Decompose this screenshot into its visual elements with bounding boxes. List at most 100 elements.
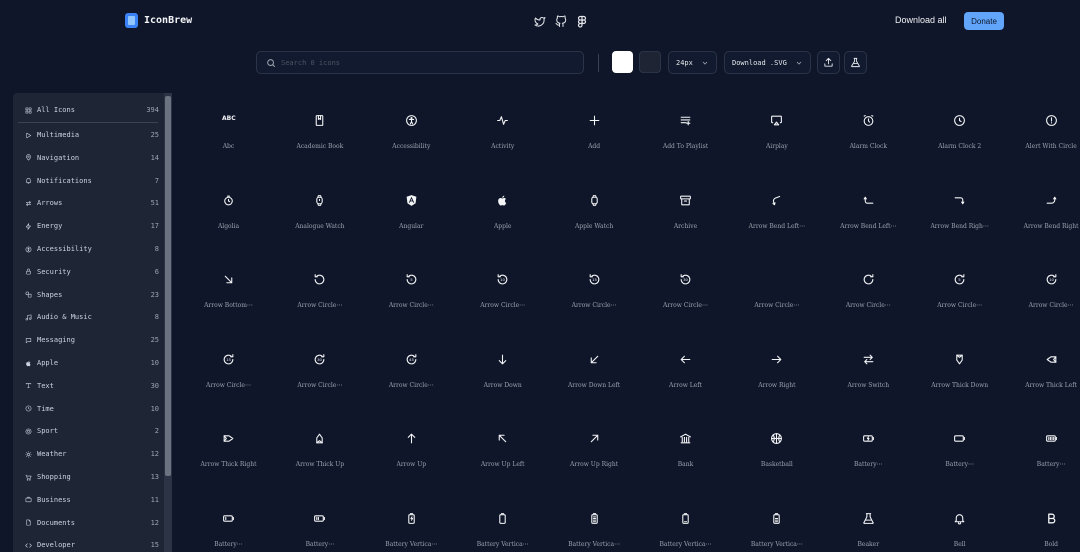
icon-card[interactable]: 5 Arrow Circle⋯ bbox=[366, 255, 457, 335]
twitter-icon[interactable] bbox=[534, 13, 546, 27]
icon-card[interactable]: Battery⋯ bbox=[1006, 414, 1080, 494]
sidebar-item-navigation[interactable]: Navigation 14 bbox=[25, 150, 161, 166]
sidebar-item-shapes[interactable]: Shapes 23 bbox=[25, 287, 161, 303]
icon-card[interactable]: Arrow Up bbox=[366, 414, 457, 494]
icon-card[interactable]: Battery⋯ bbox=[914, 414, 1005, 494]
icon-card[interactable]: Algolia bbox=[183, 176, 274, 256]
sidebar-scrollbar[interactable] bbox=[164, 93, 172, 552]
icon-card[interactable]: Alarm Clock 2 bbox=[914, 96, 1005, 176]
icon-card[interactable]: ABC Abc bbox=[183, 96, 274, 176]
icon-card[interactable]: Arrow Bend Right bbox=[1006, 176, 1080, 256]
search-input[interactable] bbox=[281, 56, 571, 70]
icon-card[interactable]: Arrow Bend Left⋯ bbox=[731, 176, 822, 256]
icon-card[interactable]: Add bbox=[549, 96, 640, 176]
icon-card[interactable]: Arrow Thick Down bbox=[914, 335, 1005, 415]
icon-card[interactable]: Battery Vertica⋯ bbox=[457, 494, 548, 552]
icon-card[interactable]: Arrow Right bbox=[731, 335, 822, 415]
icon-card[interactable]: Apple bbox=[457, 176, 548, 256]
icon-card[interactable]: Arrow Up Right bbox=[549, 414, 640, 494]
color-swatch-dark[interactable] bbox=[639, 51, 661, 73]
search-box[interactable] bbox=[256, 51, 584, 74]
icon-card[interactable]: Arrow Left bbox=[640, 335, 731, 415]
icon-card[interactable]: Battery⋯ bbox=[274, 494, 365, 552]
icon-card[interactable]: Activity bbox=[457, 96, 548, 176]
icon-card[interactable]: Battery Vertica⋯ bbox=[640, 494, 731, 552]
icon-card[interactable]: Arrow Circle⋯ bbox=[274, 255, 365, 335]
sidebar-scrollbar-thumb[interactable] bbox=[165, 96, 171, 476]
sidebar-item-documents[interactable]: Documents 12 bbox=[25, 515, 161, 531]
icon-card[interactable]: Arrow Thick Right bbox=[183, 414, 274, 494]
icon-card[interactable]: Arrow Circle⋯ bbox=[823, 255, 914, 335]
icon-card[interactable]: Archive bbox=[640, 176, 731, 256]
sidebar-item-business[interactable]: Business 11 bbox=[25, 492, 161, 508]
icon-card[interactable]: Apple Watch bbox=[549, 176, 640, 256]
icon-card[interactable]: Arrow Thick Left bbox=[1006, 335, 1080, 415]
airplay-icon bbox=[770, 112, 783, 126]
icon-card[interactable]: Arrow Switch bbox=[823, 335, 914, 415]
arrow-bend-right-up-icon bbox=[1045, 192, 1058, 205]
sidebar-item-apple[interactable]: Apple 10 bbox=[25, 355, 161, 371]
sidebar-item-messaging[interactable]: Messaging 25 bbox=[25, 332, 161, 348]
icon-card[interactable]: 5 Arrow Circle⋯ bbox=[914, 255, 1005, 335]
icon-card[interactable]: 30 Arrow Circle⋯ bbox=[274, 335, 365, 415]
icon-card[interactable]: Bold bbox=[1006, 494, 1080, 552]
icon-card[interactable]: 10 Arrow Circle⋯ bbox=[457, 255, 548, 335]
flask-button[interactable] bbox=[844, 51, 867, 74]
donate-button[interactable]: Donate bbox=[964, 12, 1004, 30]
download-all-button[interactable]: Download all bbox=[895, 15, 947, 25]
figma-icon[interactable] bbox=[576, 13, 588, 28]
sidebar-item-shopping[interactable]: Shopping 13 bbox=[25, 469, 161, 485]
sidebar-item-notifications[interactable]: Notifications 7 bbox=[25, 173, 161, 189]
icon-card[interactable]: 15 Arrow Circle⋯ bbox=[549, 255, 640, 335]
sidebar-item-audio-music[interactable]: Audio & Music 8 bbox=[25, 309, 161, 325]
upload-button[interactable] bbox=[817, 51, 840, 74]
sidebar-item-time[interactable]: Time 10 bbox=[25, 401, 161, 417]
sidebar-item-weather[interactable]: Weather 12 bbox=[25, 446, 161, 462]
icon-card[interactable]: Arrow Bottom⋯ bbox=[183, 255, 274, 335]
sidebar-item-all-icons[interactable]: All Icons 394 bbox=[25, 102, 161, 118]
color-swatch-white[interactable] bbox=[612, 51, 633, 73]
icon-card[interactable]: Arrow Bend Righ⋯ bbox=[914, 176, 1005, 256]
icon-card[interactable]: Battery⋯ bbox=[183, 494, 274, 552]
icon-card[interactable]: Arrow Up Left bbox=[457, 414, 548, 494]
icon-card[interactable]: Arrow Down Left bbox=[549, 335, 640, 415]
icon-card[interactable]: Airplay bbox=[731, 96, 822, 176]
sidebar-item-security[interactable]: Security 6 bbox=[25, 264, 161, 280]
brand[interactable]: IconBrew bbox=[125, 13, 192, 28]
sidebar-item-accessibility[interactable]: Accessibility 8 bbox=[25, 241, 161, 257]
icon-card[interactable]: Bank bbox=[640, 414, 731, 494]
sidebar-item-multimedia[interactable]: Multimedia 25 bbox=[25, 127, 161, 143]
sidebar-item-arrows[interactable]: Arrows 51 bbox=[25, 195, 161, 211]
icon-card[interactable]: Analogue Watch bbox=[274, 176, 365, 256]
sidebar-item-developer[interactable]: Developer 15 bbox=[25, 537, 161, 552]
icon-card[interactable]: Arrow Bend Left⋯ bbox=[823, 176, 914, 256]
icon-card[interactable]: Alarm Clock bbox=[823, 96, 914, 176]
icon-card[interactable]: Battery⋯ bbox=[823, 414, 914, 494]
icon-card[interactable]: Beaker bbox=[823, 494, 914, 552]
icon-card[interactable]: 10 Arrow Circle⋯ bbox=[1006, 255, 1080, 335]
icon-card[interactable]: Bell bbox=[914, 494, 1005, 552]
github-icon[interactable] bbox=[555, 13, 567, 27]
icon-card[interactable]: Arrow Down bbox=[457, 335, 548, 415]
sidebar-item-energy[interactable]: Energy 17 bbox=[25, 218, 161, 234]
icon-card[interactable]: Add To Playlist bbox=[640, 96, 731, 176]
icon-card[interactable]: Accessibility bbox=[366, 96, 457, 176]
icon-card[interactable]: Battery Vertica⋯ bbox=[366, 494, 457, 552]
sidebar-item-sport[interactable]: Sport 2 bbox=[25, 423, 161, 439]
size-select[interactable]: 24px bbox=[668, 51, 717, 74]
icon-card[interactable]: Arrow Thick Up bbox=[274, 414, 365, 494]
icon-card[interactable]: Alert With Circle bbox=[1006, 96, 1080, 176]
icon-card[interactable]: Basketball bbox=[731, 414, 822, 494]
icon-card[interactable]: 15 Arrow Circle⋯ bbox=[183, 335, 274, 415]
icon-card[interactable]: Battery Vertica⋯ bbox=[731, 494, 822, 552]
icon-card[interactable]: 45 Arrow Circle⋯ bbox=[366, 335, 457, 415]
download-format-select[interactable]: Download .SVG bbox=[724, 51, 811, 74]
icon-card[interactable]: Angular bbox=[366, 176, 457, 256]
icon-card-label: Arrow Circle⋯ bbox=[480, 302, 526, 310]
sidebar-item-count: 23 bbox=[150, 290, 159, 299]
icon-card[interactable]: Battery Vertica⋯ bbox=[549, 494, 640, 552]
sidebar-item-text[interactable]: Text 30 bbox=[25, 378, 161, 394]
icon-card[interactable]: Academic Book bbox=[274, 96, 365, 176]
icon-card[interactable]: 30 Arrow Circle⋯ bbox=[640, 255, 731, 335]
icon-card[interactable]: Arrow Circle⋯ bbox=[731, 255, 822, 335]
